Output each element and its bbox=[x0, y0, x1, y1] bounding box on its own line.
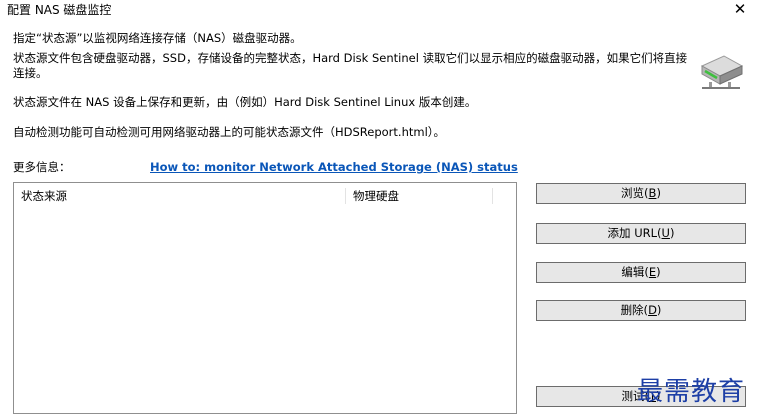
column-header-status-source[interactable]: 状态来源 bbox=[14, 183, 344, 209]
add-url-button[interactable]: 添加 URL(U) bbox=[536, 223, 746, 244]
column-separator[interactable] bbox=[492, 188, 493, 204]
edit-button[interactable]: 编辑(E) bbox=[536, 262, 746, 283]
status-source-list[interactable]: 状态来源 物理硬盘 bbox=[13, 182, 517, 414]
nas-help-link[interactable]: How to: monitor Network Attached Storage… bbox=[150, 160, 518, 174]
browse-button[interactable]: 浏览(B) bbox=[536, 183, 746, 204]
info-line-2: 状态源文件包含硬盘驱动器，SSD，存储设备的完整状态，Hard Disk Sen… bbox=[13, 51, 688, 80]
info-line-1: 指定“状态源”以监视网络连接存储（NAS）磁盘驱动器。 bbox=[13, 31, 302, 45]
info-line-4: 自动检测功能可自动检测可用网络驱动器上的可能状态源文件（HDSReport.ht… bbox=[13, 125, 446, 139]
window-title: 配置 NAS 磁盘监控 bbox=[7, 3, 112, 17]
close-icon[interactable]: ✕ bbox=[728, 0, 752, 18]
column-header-physical-disk[interactable]: 物理硬盘 bbox=[346, 183, 492, 209]
more-info-label: 更多信息： bbox=[13, 160, 71, 174]
info-line-3: 状态源文件在 NAS 设备上保存和更新，由（例如）Hard Disk Senti… bbox=[13, 95, 477, 109]
watermark-text: 最需教育 bbox=[637, 377, 746, 407]
network-drive-icon bbox=[700, 55, 744, 89]
delete-button[interactable]: 删除(D) bbox=[536, 300, 746, 321]
